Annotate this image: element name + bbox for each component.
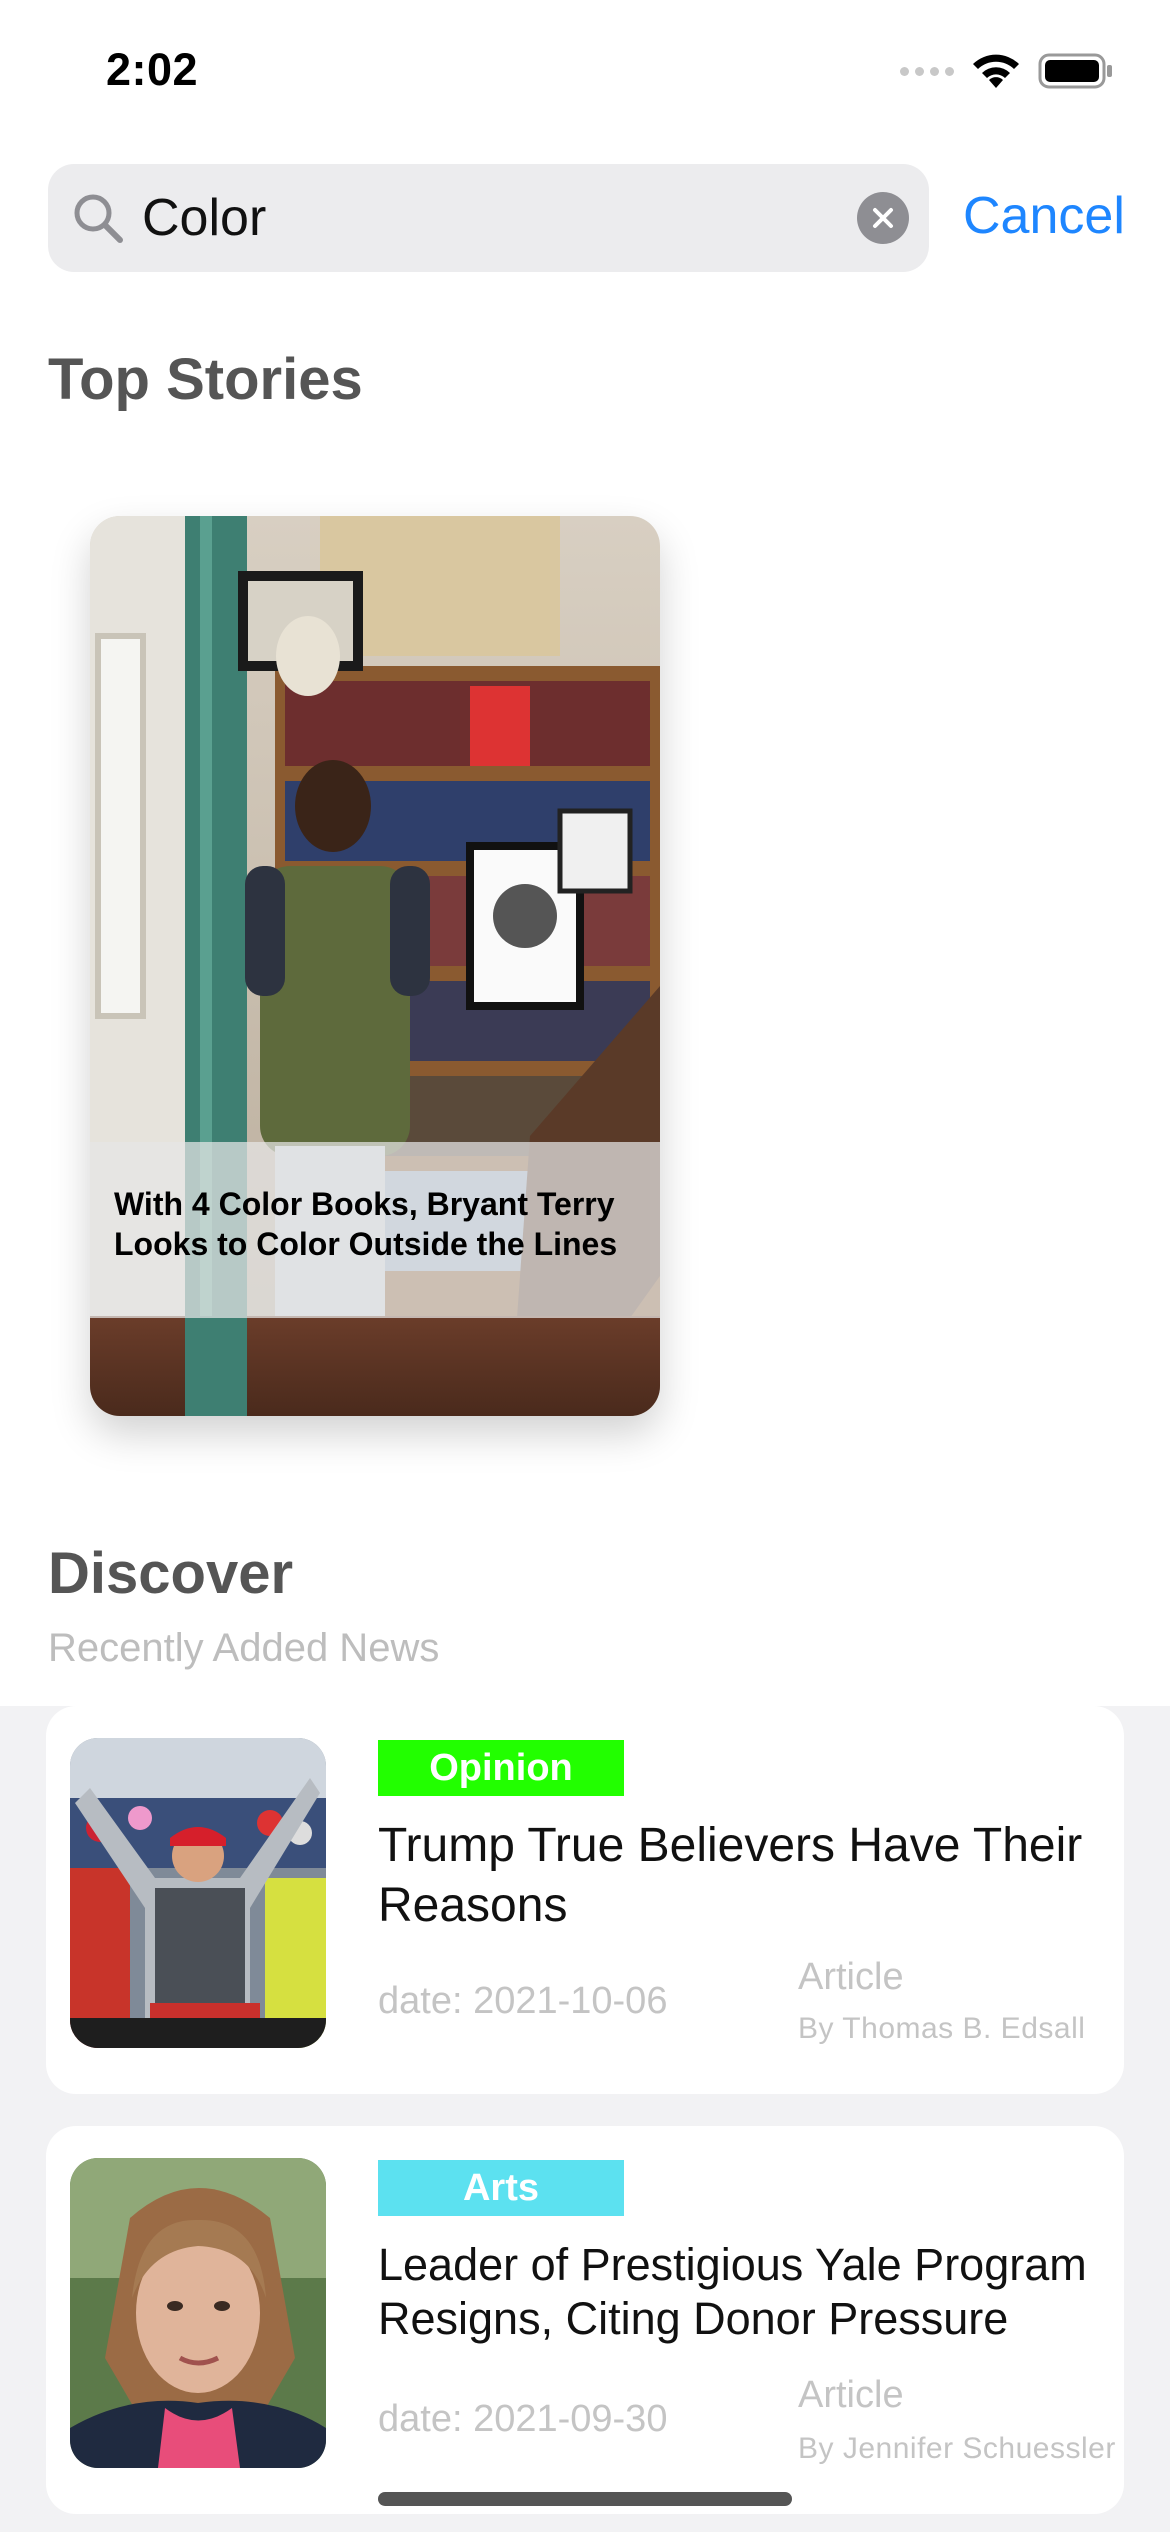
close-icon xyxy=(873,208,893,228)
discover-subheading: Recently Added News xyxy=(48,1626,440,1670)
news-thumbnail xyxy=(70,1738,326,2048)
status-time: 2:02 xyxy=(106,44,199,95)
news-date: date: 2021-10-06 xyxy=(378,1980,668,2022)
news-title: Trump True Believers Have Their Reasons xyxy=(378,1819,1083,1932)
cancel-button[interactable]: Cancel xyxy=(963,186,1125,246)
search-icon xyxy=(74,194,123,243)
news-title: Leader of Prestigious Yale Program Resig… xyxy=(378,2239,1087,2344)
story-title: With 4 Color Books, Bryant Terry Looks t… xyxy=(114,1186,618,1262)
discover-heading: Discover xyxy=(48,1541,294,1606)
search-field[interactable]: Color xyxy=(48,164,929,272)
news-thumbnail xyxy=(70,2158,326,2468)
cellular-signal-icon xyxy=(900,66,954,76)
news-author: By Thomas B. Edsall xyxy=(798,2012,1086,2045)
discover-list: Opinion Trump True Believers Have Their … xyxy=(0,1706,1170,2532)
top-story-card[interactable]: With 4 Color Books, Bryant Terry Looks t… xyxy=(90,516,660,1416)
top-stories-heading: Top Stories xyxy=(48,347,363,412)
clear-search-button[interactable] xyxy=(857,192,909,244)
category-tag: Opinion xyxy=(378,1740,624,1796)
news-date: date: 2021-09-30 xyxy=(378,2398,668,2440)
category-tag: Arts xyxy=(378,2160,624,2216)
news-card[interactable]: Opinion Trump True Believers Have Their … xyxy=(46,1706,1124,2094)
status-icons xyxy=(900,52,1114,90)
news-type: Article xyxy=(798,2374,904,2416)
news-author: By Jennifer Schuessler xyxy=(798,2432,1116,2465)
search-input[interactable]: Color xyxy=(142,188,266,248)
home-indicator xyxy=(378,2492,792,2506)
news-card[interactable]: Arts Leader of Prestigious Yale Program … xyxy=(46,2126,1124,2514)
battery-icon xyxy=(1038,53,1112,89)
search-screen: 2:02 Color Cancel Top Stories With 4 Col… xyxy=(0,0,1170,2532)
news-type: Article xyxy=(798,1956,904,1998)
wifi-icon xyxy=(973,54,1019,88)
